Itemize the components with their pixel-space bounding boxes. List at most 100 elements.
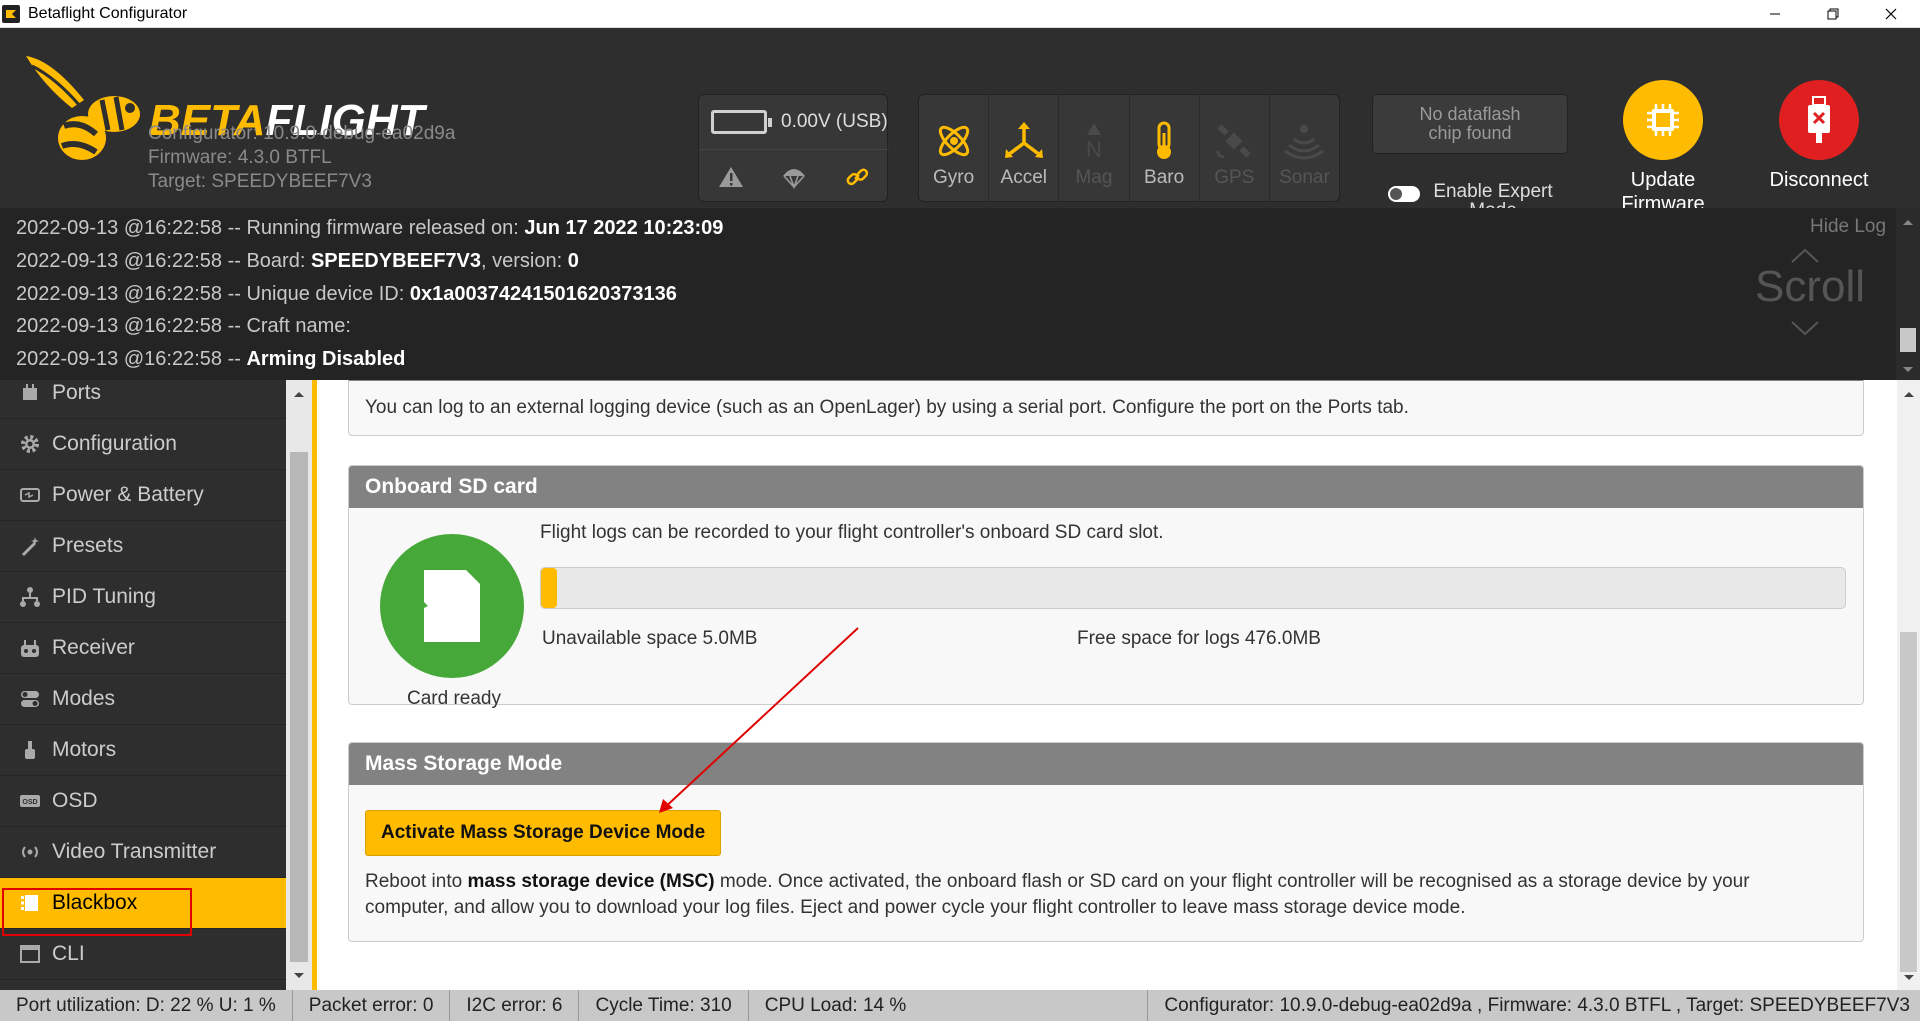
log-line: 2022-09-13 @16:22:58 -- Unique device ID… bbox=[16, 283, 677, 305]
window-titlebar: Betaflight Configurator bbox=[0, 0, 1920, 28]
sidebar-item-label: CLI bbox=[52, 942, 85, 965]
sensor-label: Accel bbox=[1000, 167, 1047, 188]
sidebar-item-pid-tuning[interactable]: PID Tuning bbox=[0, 572, 286, 623]
baro-icon bbox=[1157, 121, 1172, 159]
blackbox-tab-content: You can log to an external logging devic… bbox=[317, 380, 1897, 990]
battery-icon bbox=[20, 488, 40, 502]
log-panel: 2022-09-13 @16:22:58 -- Running firmware… bbox=[0, 208, 1920, 380]
sensor-gyro: Gyro bbox=[919, 95, 990, 201]
packet-error: Packet error: 0 bbox=[293, 990, 451, 1021]
sidebar-item-label: PID Tuning bbox=[52, 585, 156, 608]
sensor-mag: N Mag bbox=[1059, 95, 1130, 201]
sidebar-item-motors[interactable]: Motors bbox=[0, 725, 286, 776]
update-firmware-button[interactable]: Update Firmware bbox=[1598, 80, 1728, 216]
sidebar-item-label: Modes bbox=[52, 687, 116, 710]
disconnect-button[interactable]: Disconnect bbox=[1754, 80, 1884, 192]
sidebar-item-label: Receiver bbox=[52, 636, 135, 659]
failsafe-parachute-icon bbox=[782, 168, 805, 189]
window-title: Betaflight Configurator bbox=[28, 4, 188, 22]
app-icon bbox=[2, 4, 20, 23]
sidebar-item-power-battery[interactable]: Power & Battery bbox=[0, 470, 286, 521]
sensor-label: Sonar bbox=[1279, 167, 1330, 188]
gps-icon bbox=[1217, 124, 1251, 159]
firmware-version: Firmware: 4.3.0 BTFL bbox=[148, 147, 332, 168]
log-scrollbar[interactable] bbox=[1896, 208, 1920, 380]
sidebar-item-presets[interactable]: Presets bbox=[0, 521, 286, 572]
version-summary: Configurator: 10.9.0-debug-ea02d9a , Fir… bbox=[1147, 990, 1910, 1021]
mag-icon: N bbox=[1086, 123, 1102, 161]
sidebar-item-label: Motors bbox=[52, 738, 117, 761]
sensor-baro: Baro bbox=[1130, 95, 1200, 201]
sensor-sonar: Sonar bbox=[1270, 95, 1339, 201]
ports-icon bbox=[23, 384, 37, 400]
sidebar-item-configuration[interactable]: Configuration bbox=[0, 419, 286, 470]
battery-voltage: 0.00V (USB) bbox=[781, 111, 888, 132]
status-bar: Port utilization: D: 22 % U: 1 % Packet … bbox=[0, 990, 1920, 1021]
wand-icon bbox=[21, 537, 39, 557]
content-scrollbar-thumb[interactable] bbox=[1900, 632, 1917, 972]
minimize-button[interactable] bbox=[1746, 0, 1804, 28]
battery-panel: 0.00V (USB) bbox=[698, 94, 889, 202]
gear-icon bbox=[21, 435, 39, 453]
scroll-down-chevron-icon bbox=[1791, 321, 1819, 336]
i2c-error: I2C error: 6 bbox=[450, 990, 580, 1021]
sensor-label: Mag bbox=[1075, 167, 1113, 188]
cpu-load: CPU Load: 14 % bbox=[764, 994, 907, 1016]
gyro-icon bbox=[938, 125, 969, 157]
sidebar-item-cli[interactable]: CLI bbox=[0, 929, 286, 980]
sidebar-scrollbar[interactable] bbox=[286, 380, 312, 990]
sensor-label: GPS bbox=[1214, 167, 1255, 188]
vtx-icon bbox=[22, 846, 38, 858]
close-button[interactable] bbox=[1862, 0, 1920, 28]
link-icon bbox=[846, 168, 869, 185]
sidebar-item-video-transmitter[interactable]: Video Transmitter bbox=[0, 827, 286, 878]
configurator-version: Configurator: 10.9.0-debug-ea02d9a bbox=[148, 123, 456, 144]
bee-logo-icon bbox=[26, 56, 140, 160]
cli-icon bbox=[20, 945, 40, 963]
sidebar-item-receiver[interactable]: Receiver bbox=[0, 623, 286, 674]
betaflight-logo: BETAFLIGHT bbox=[22, 50, 424, 175]
annotation-arrow bbox=[659, 627, 859, 813]
sonar-icon bbox=[1284, 125, 1325, 160]
modes-icon bbox=[21, 691, 39, 707]
osd-icon: OSD bbox=[20, 795, 40, 807]
port-utilization: Port utilization: D: 22 % U: 1 % bbox=[0, 990, 293, 1021]
sensor-label: Baro bbox=[1144, 167, 1185, 188]
sidebar-item-label: Presets bbox=[52, 534, 124, 557]
pid-icon bbox=[20, 587, 40, 607]
sensor-label: Gyro bbox=[932, 167, 975, 188]
sidebar-item-label: Ports bbox=[52, 381, 102, 404]
svg-text:OSD: OSD bbox=[22, 799, 37, 806]
svg-text:N: N bbox=[1086, 137, 1102, 161]
log-line: 2022-09-13 @16:22:58 -- Arming Disabled bbox=[16, 348, 406, 370]
chip-icon bbox=[1647, 104, 1679, 136]
sidebar-item-modes[interactable]: Modes bbox=[0, 674, 286, 725]
usb-disconnect-icon bbox=[1808, 96, 1830, 143]
sensor-accel: Accel bbox=[989, 95, 1060, 201]
sidebar-item-osd[interactable]: OSD OSD bbox=[0, 776, 286, 827]
hide-log-link[interactable]: Hide Log bbox=[1810, 216, 1886, 238]
sidebar-scrollbar-thumb[interactable] bbox=[290, 452, 308, 962]
battery-icon bbox=[711, 110, 772, 134]
log-line: 2022-09-13 @16:22:58 -- Board: SPEEDYBEE… bbox=[16, 250, 579, 272]
log-scrollbar-thumb[interactable] bbox=[1900, 328, 1916, 352]
scroll-label: Scroll bbox=[1755, 262, 1866, 311]
content-scrollbar[interactable] bbox=[1897, 380, 1920, 990]
warning-icon bbox=[718, 166, 743, 187]
app-header: BETAFLIGHT Configurator: 10.9.0-debug-ea… bbox=[0, 28, 1920, 220]
sidebar-item-ports[interactable]: Ports bbox=[0, 380, 286, 419]
version-info: Configurator: 10.9.0-debug-ea02d9a Firmw… bbox=[148, 122, 455, 194]
toggle-switch[interactable] bbox=[1388, 186, 1420, 202]
log-line: 2022-09-13 @16:22:58 -- Running firmware… bbox=[16, 217, 724, 239]
accel-icon bbox=[1004, 122, 1043, 158]
log-line: 2022-09-13 @16:22:58 -- Craft name: bbox=[16, 315, 351, 337]
sensor-status-panel: Gyro Accel N Mag Baro GPS Sonar bbox=[918, 94, 1340, 202]
sidebar-item-label: Power & Battery bbox=[52, 483, 204, 506]
sensor-gps: GPS bbox=[1200, 95, 1270, 201]
cycle-time: Cycle Time: 310 bbox=[579, 990, 749, 1021]
target-name: Target: SPEEDYBEEF7V3 bbox=[148, 171, 372, 192]
sidebar-item-label: OSD bbox=[52, 789, 98, 812]
restore-button[interactable] bbox=[1804, 0, 1862, 28]
sidebar-item-label: Configuration bbox=[52, 432, 177, 455]
sidebar-item-label: Video Transmitter bbox=[52, 840, 217, 863]
